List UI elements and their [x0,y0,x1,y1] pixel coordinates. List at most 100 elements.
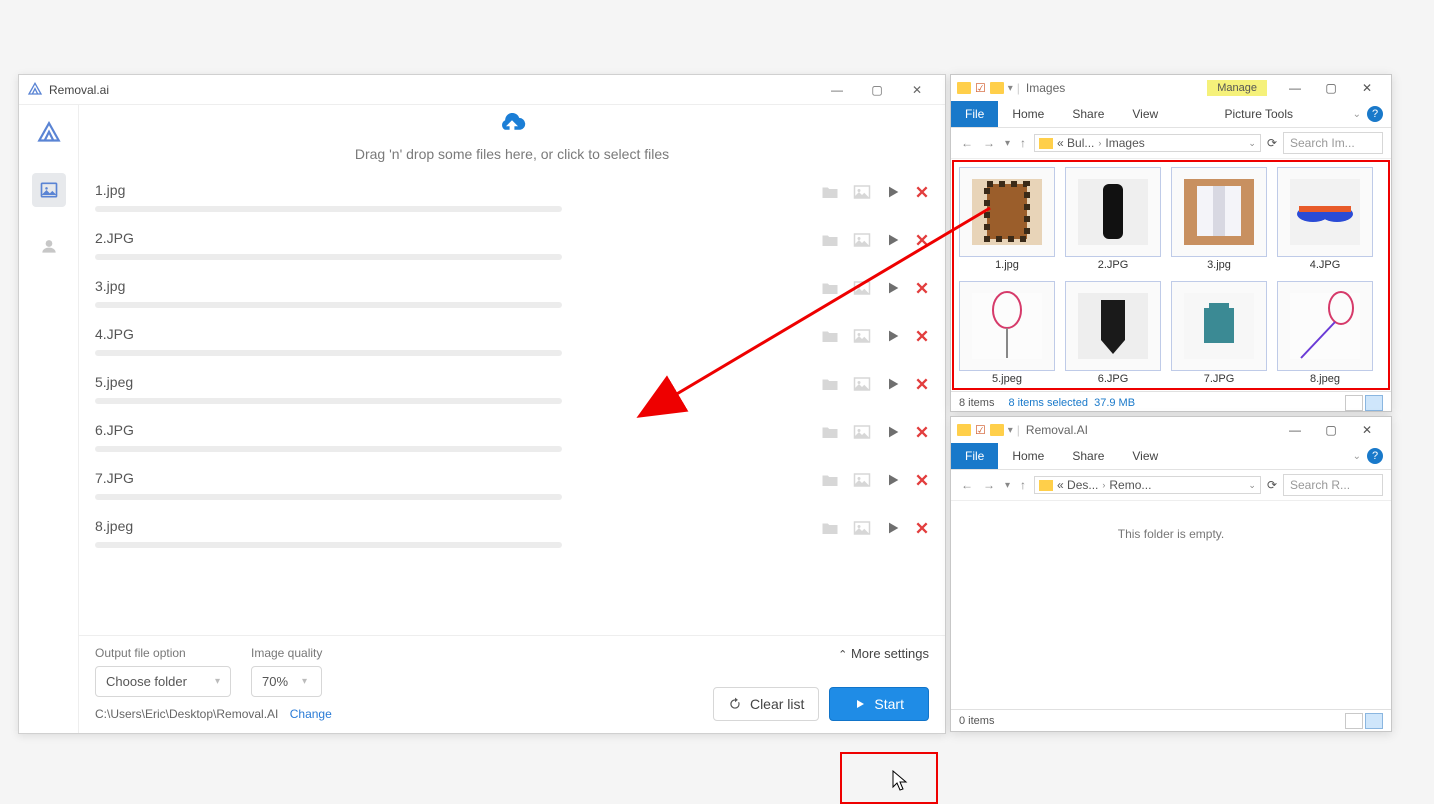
view-details-icon[interactable] [1345,713,1363,729]
nav-back-icon[interactable]: ← [959,478,975,492]
file-thumbnail[interactable]: 8.jpeg [1277,281,1373,385]
close-button[interactable]: ✕ [897,78,937,102]
minimize-button[interactable]: — [1277,81,1313,95]
remove-icon[interactable] [915,377,929,396]
remove-icon[interactable] [915,233,929,252]
quality-select[interactable]: 70%▾ [251,666,322,697]
nav-recent-icon[interactable]: ▾ [1003,480,1012,491]
image-icon[interactable] [853,520,871,541]
maximize-button[interactable]: ▢ [1313,81,1349,95]
sidebar-logo-icon[interactable] [32,117,66,151]
file-thumbnail[interactable]: 4.JPG [1277,167,1373,271]
ribbon-view[interactable]: View [1118,101,1172,127]
help-icon[interactable]: ? [1367,448,1383,464]
maximize-button[interactable]: ▢ [1313,423,1349,437]
close-button[interactable]: ✕ [1349,423,1385,437]
ribbon-file[interactable]: File [951,443,998,469]
remove-icon[interactable] [915,521,929,540]
open-folder-icon[interactable] [821,472,839,493]
view-thumbnails-icon[interactable] [1365,395,1383,411]
image-icon[interactable] [853,232,871,253]
play-icon[interactable] [885,472,901,493]
manage-tab[interactable]: Manage [1207,80,1267,96]
sidebar-profile-icon[interactable] [32,229,66,263]
open-folder-icon[interactable] [821,424,839,445]
address-box[interactable]: « Bul... › Images ⌄ [1034,134,1261,152]
view-details-icon[interactable] [1345,395,1363,411]
file-thumbnail[interactable]: 3.jpg [1171,167,1267,271]
explorer-status-bar: 0 items [951,709,1391,732]
remove-icon[interactable] [915,185,929,204]
open-folder-icon[interactable] [821,376,839,397]
play-icon[interactable] [885,424,901,445]
remove-icon[interactable] [915,329,929,348]
nav-forward-icon[interactable]: → [981,478,997,492]
image-icon[interactable] [853,328,871,349]
search-input[interactable]: Search Im... [1283,132,1383,154]
image-icon[interactable] [853,472,871,493]
search-input[interactable]: Search R... [1283,474,1383,496]
file-row: 4.JPG [79,318,945,366]
refresh-icon[interactable]: ⟳ [1267,136,1277,150]
nav-up-icon[interactable]: ↑ [1018,136,1028,150]
close-button[interactable]: ✕ [1349,81,1385,95]
file-thumbnail[interactable]: 5.jpeg [959,281,1055,385]
minimize-button[interactable]: — [1277,423,1313,437]
ribbon-collapse-icon[interactable]: ⌄ [1353,451,1361,462]
image-icon[interactable] [853,184,871,205]
explorer-content[interactable]: This folder is empty. [951,501,1391,709]
ribbon-share[interactable]: Share [1058,443,1118,469]
maximize-button[interactable]: ▢ [857,78,897,102]
explorer-address-bar: ← → ▾ ↑ « Des... › Remo... ⌄ ⟳ Search R.… [951,470,1391,501]
play-icon[interactable] [885,232,901,253]
play-icon[interactable] [885,280,901,301]
ribbon-share[interactable]: Share [1058,101,1118,127]
image-icon[interactable] [853,376,871,397]
nav-forward-icon[interactable]: → [981,136,997,150]
play-icon[interactable] [885,328,901,349]
open-folder-icon[interactable] [821,328,839,349]
minimize-button[interactable]: — [817,78,857,102]
start-button[interactable]: Start [829,687,929,721]
file-row: 5.jpeg [79,366,945,414]
open-folder-icon[interactable] [821,520,839,541]
ribbon-view[interactable]: View [1118,443,1172,469]
remove-icon[interactable] [915,281,929,300]
image-icon[interactable] [853,280,871,301]
explorer-ribbon: File Home Share View Picture Tools ⌄ ? [951,101,1391,128]
nav-back-icon[interactable]: ← [959,136,975,150]
file-thumbnail[interactable]: 2.JPG [1065,167,1161,271]
help-icon[interactable]: ? [1367,106,1383,122]
image-icon[interactable] [853,424,871,445]
ribbon-picture-tools[interactable]: Picture Tools [1211,101,1307,127]
more-settings-toggle[interactable]: ⌃ More settings [838,646,929,661]
dropzone[interactable]: Drag 'n' drop some files here, or click … [79,105,945,174]
play-icon[interactable] [885,376,901,397]
sidebar-images-icon[interactable] [32,173,66,207]
play-icon[interactable] [885,520,901,541]
ribbon-home[interactable]: Home [998,443,1058,469]
explorer-content-selected[interactable]: 1.jpg2.JPG3.jpg4.JPG 5.jpeg6.JPG7.JPG8.jp… [951,159,1391,391]
nav-recent-icon[interactable]: ▾ [1003,138,1012,149]
output-folder-select[interactable]: Choose folder▾ [95,666,231,697]
file-thumbnail[interactable]: 1.jpg [959,167,1055,271]
view-thumbnails-icon[interactable] [1365,713,1383,729]
file-thumbnail[interactable]: 6.JPG [1065,281,1161,385]
ribbon-home[interactable]: Home [998,101,1058,127]
nav-up-icon[interactable]: ↑ [1018,478,1028,492]
clear-list-button[interactable]: Clear list [713,687,819,721]
play-icon[interactable] [885,184,901,205]
ribbon-collapse-icon[interactable]: ⌄ [1353,109,1361,120]
refresh-icon[interactable]: ⟳ [1267,478,1277,492]
address-box[interactable]: « Des... › Remo... ⌄ [1034,476,1261,494]
open-folder-icon[interactable] [821,184,839,205]
remove-icon[interactable] [915,425,929,444]
change-link[interactable]: Change [290,707,332,721]
explorer-title: Removal.AI [1026,423,1277,437]
open-folder-icon[interactable] [821,232,839,253]
remove-icon[interactable] [915,473,929,492]
upload-icon [79,113,945,142]
file-thumbnail[interactable]: 7.JPG [1171,281,1267,385]
ribbon-file[interactable]: File [951,101,998,127]
open-folder-icon[interactable] [821,280,839,301]
